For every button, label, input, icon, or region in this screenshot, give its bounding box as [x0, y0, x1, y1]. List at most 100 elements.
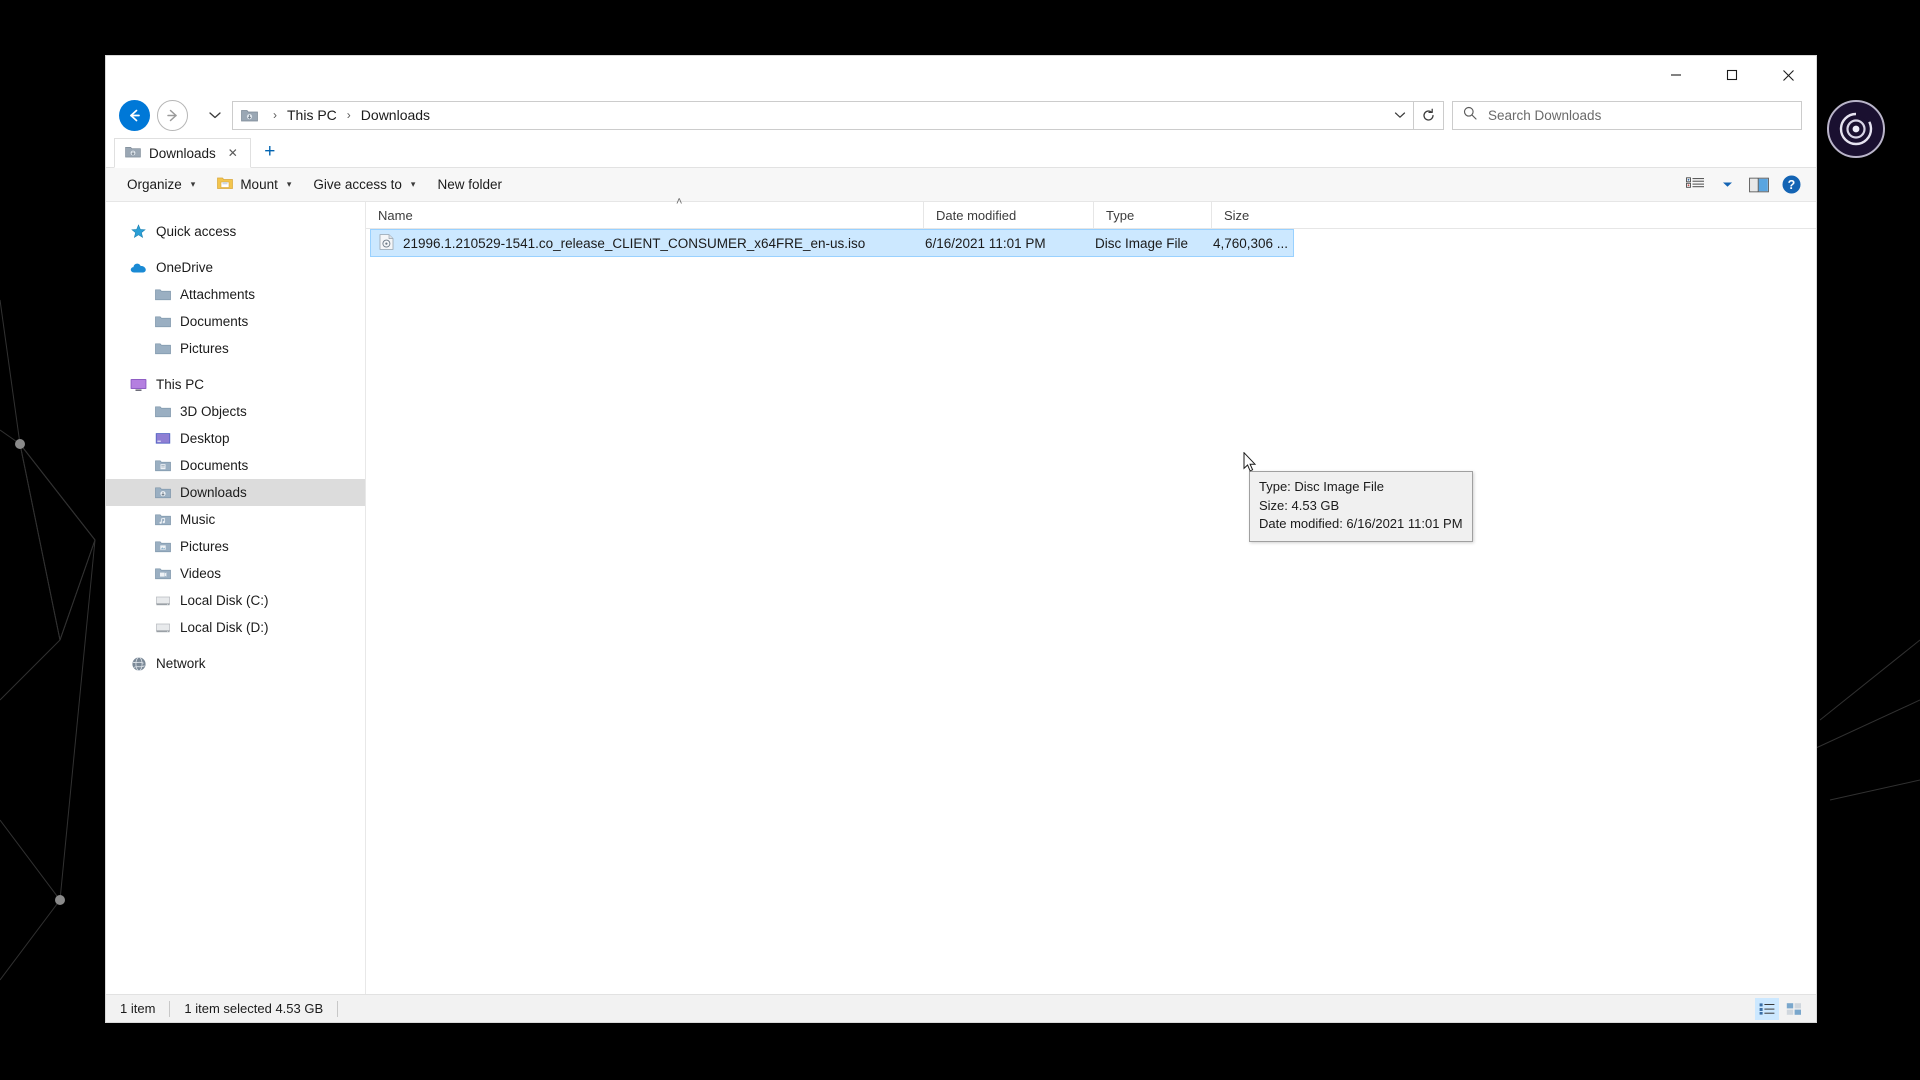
organize-label: Organize	[127, 177, 182, 192]
column-header-label: Size	[1224, 207, 1250, 223]
sidebar-item-quick-access[interactable]: Quick access	[106, 218, 365, 245]
sidebar-item-music[interactable]: Music	[106, 506, 365, 533]
sidebar-item-label: Local Disk (D:)	[180, 620, 269, 635]
tab-close-icon[interactable]: ✕	[224, 146, 242, 160]
refresh-button[interactable]	[1414, 100, 1444, 130]
breadcrumb: › This PC › Downloads	[240, 105, 1387, 125]
column-header-size[interactable]: Size	[1212, 202, 1298, 229]
sidebar-item-videos[interactable]: Videos	[106, 560, 365, 587]
sidebar-item-local-disk-d[interactable]: Local Disk (D:)	[106, 614, 365, 641]
sidebar-item-onedrive-pictures[interactable]: Pictures	[106, 335, 365, 362]
maximize-button[interactable]	[1704, 56, 1760, 94]
downloads-folder-icon	[240, 107, 258, 123]
preview-pane-button[interactable]	[1744, 171, 1774, 199]
sidebar-item-label: Desktop	[180, 431, 230, 446]
tab-downloads[interactable]: Downloads ✕	[114, 138, 251, 168]
sidebar-item-label: Pictures	[180, 341, 229, 356]
minimize-button[interactable]	[1648, 56, 1704, 94]
downloads-folder-icon	[125, 145, 141, 161]
sidebar-item-label: Network	[156, 656, 206, 671]
column-header-name[interactable]: Name ˄	[366, 196, 924, 229]
status-bar: 1 item 1 item selected 4.53 GB	[106, 994, 1816, 1022]
cloud-icon	[130, 260, 147, 276]
tooltip-line-size: Size: 4.53 GB	[1259, 497, 1340, 513]
breadcrumb-item-downloads[interactable]: Downloads	[358, 105, 433, 125]
sidebar-item-label: Local Disk (C:)	[180, 593, 269, 608]
chevron-down-icon[interactable]	[1387, 102, 1413, 129]
mount-icon	[217, 176, 234, 193]
sort-ascending-icon: ˄	[676, 195, 683, 208]
sidebar-item-label: Documents	[180, 458, 249, 473]
view-options-dropdown[interactable]	[1712, 171, 1742, 199]
search-input[interactable]	[1486, 106, 1801, 124]
folder-icon	[154, 341, 171, 357]
organize-button[interactable]: Organize ▾	[116, 171, 206, 199]
navigation-bar: › This PC › Downloads	[106, 94, 1816, 136]
sidebar-item-downloads[interactable]: Downloads	[106, 479, 365, 506]
new-folder-button[interactable]: New folder	[426, 171, 513, 199]
recent-locations-button[interactable]	[202, 100, 228, 130]
downloads-folder-icon	[154, 485, 171, 501]
column-header-label: Type	[1106, 207, 1135, 223]
column-header-date-modified[interactable]: Date modified	[924, 201, 1094, 229]
sidebar-item-label: Quick access	[156, 224, 237, 239]
sidebar-item-onedrive[interactable]: OneDrive	[106, 254, 365, 281]
monitor-icon	[130, 377, 147, 393]
details-view-button[interactable]	[1755, 997, 1779, 1020]
sidebar-item-label: Attachments	[180, 287, 256, 302]
sidebar-item-3d-objects[interactable]: 3D Objects	[106, 398, 365, 425]
title-bar-drag-area[interactable]	[106, 56, 1648, 94]
sidebar-item-pictures[interactable]: Pictures	[106, 533, 365, 560]
status-selection-info: 1 item selected 4.53 GB	[184, 1001, 324, 1016]
file-name-label: 21996.1.210529-1541.co_release_CLIENT_CO…	[403, 235, 866, 251]
breadcrumb-separator-1[interactable]: ›	[340, 108, 358, 122]
mouse-cursor	[1243, 452, 1257, 472]
navigation-pane: Quick access OneDrive Attachments Docume…	[106, 202, 366, 994]
breadcrumb-separator-0[interactable]: ›	[266, 108, 284, 122]
sidebar-item-onedrive-documents[interactable]: Documents	[106, 308, 365, 335]
close-button[interactable]	[1760, 56, 1816, 94]
table-row[interactable]: 21996.1.210529-1541.co_release_CLIENT_CO…	[370, 229, 1294, 257]
column-header-label: Name	[378, 207, 413, 223]
address-bar[interactable]: › This PC › Downloads	[232, 100, 1414, 130]
sidebar-item-label: This PC	[156, 377, 205, 392]
file-date-cell: 6/16/2021 11:01 PM	[925, 235, 1046, 251]
help-button[interactable]: ?	[1776, 171, 1806, 199]
file-explorer-window: › This PC › Downloads Search Downloads D…	[105, 55, 1817, 1023]
command-bar: Organize ▾ Mount ▾ Give access to ▾ New …	[106, 168, 1816, 202]
column-header-type[interactable]: Type	[1094, 201, 1212, 229]
mount-button[interactable]: Mount ▾	[206, 171, 302, 199]
tooltip-line-date: Date modified: 6/16/2021 11:01 PM	[1259, 516, 1463, 531]
app-logo	[1827, 100, 1885, 158]
folder-icon	[154, 404, 171, 420]
file-tooltip: Type: Disc Image File Size: 4.53 GB Date…	[1249, 471, 1473, 542]
large-icons-view-button[interactable]	[1782, 998, 1806, 1020]
forward-button[interactable]	[157, 99, 188, 131]
status-item-count: 1 item	[120, 1001, 156, 1016]
back-button[interactable]	[119, 99, 150, 131]
svg-text:?: ?	[1787, 178, 1795, 192]
file-rows-area[interactable]: 21996.1.210529-1541.co_release_CLIENT_CO…	[366, 229, 1816, 994]
search-box[interactable]	[1452, 100, 1802, 130]
sidebar-item-label: 3D Objects	[180, 404, 247, 419]
sidebar-item-network[interactable]: Network	[106, 650, 365, 677]
search-icon	[1463, 106, 1477, 125]
sidebar-item-documents[interactable]: Documents	[106, 452, 365, 479]
sidebar-item-label: OneDrive	[156, 260, 214, 275]
breadcrumb-item-this-pc[interactable]: This PC	[284, 105, 340, 125]
file-name-cell: 21996.1.210529-1541.co_release_CLIENT_CO…	[371, 233, 925, 253]
status-view-buttons	[1755, 997, 1816, 1020]
drive-icon	[154, 593, 171, 609]
sidebar-item-this-pc[interactable]: This PC	[106, 371, 365, 398]
window-body: Quick access OneDrive Attachments Docume…	[106, 196, 1816, 994]
sidebar-item-desktop[interactable]: Desktop	[106, 425, 365, 452]
music-folder-icon	[154, 512, 171, 528]
documents-folder-icon	[154, 458, 171, 474]
sidebar-item-local-disk-c[interactable]: Local Disk (C:)	[106, 587, 365, 614]
drive-icon	[154, 620, 171, 636]
folder-icon	[154, 314, 171, 330]
sidebar-item-attachments[interactable]: Attachments	[106, 281, 365, 308]
view-options-button[interactable]	[1680, 171, 1710, 199]
new-tab-button[interactable]: +	[257, 138, 283, 166]
give-access-to-button[interactable]: Give access to ▾	[302, 171, 426, 199]
